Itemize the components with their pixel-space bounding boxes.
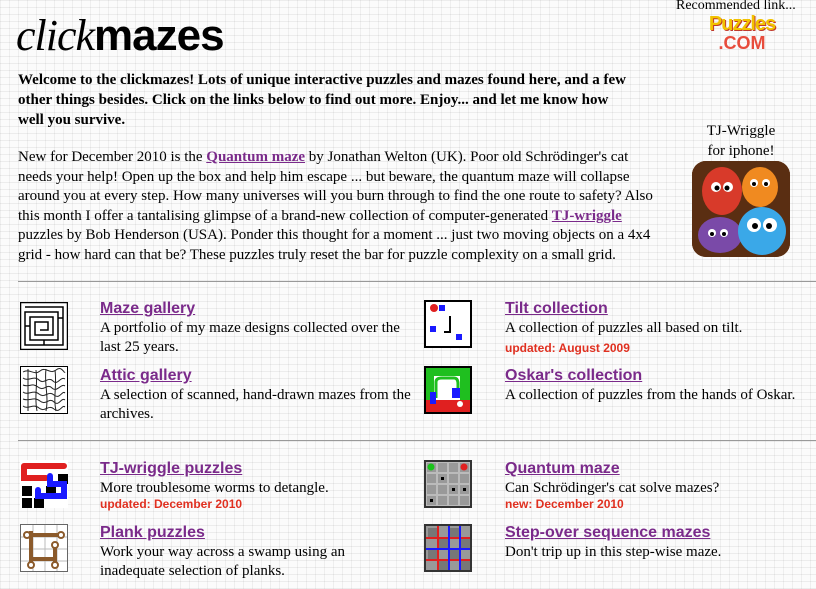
quantum-maze-desc: Can Schrödinger's cat solve mazes?	[505, 480, 720, 496]
puzzles-logo-com: .COM	[718, 33, 766, 53]
maze-gallery-link[interactable]: Maze gallery	[100, 300, 195, 318]
tilt-collection-desc: A collection of puzzles all based on til…	[505, 320, 743, 336]
divider-1	[18, 281, 816, 282]
attic-gallery-desc: A selection of scanned, hand-drawn mazes…	[100, 387, 411, 422]
news-paragraph: New for December 2010 is the Quantum maz…	[18, 148, 662, 265]
news-text-3: puzzles by Bob Henderson (USA). Ponder t…	[18, 227, 651, 263]
quantum-maze-update: new: December 2010	[505, 497, 624, 511]
attic-gallery-thumb[interactable]	[20, 366, 68, 414]
tilt-collection-thumb[interactable]	[424, 300, 472, 348]
news-text-1: New for December 2010 is the	[18, 149, 207, 165]
tj-wriggle-app-icon[interactable]	[692, 161, 790, 257]
oskars-collection-desc: A collection of puzzles from the hands o…	[505, 387, 796, 403]
logo-click: click	[16, 11, 95, 60]
puzzles-com-logo[interactable]: Puzzles .COM	[700, 14, 784, 52]
tj-wriggle-link[interactable]: TJ-wriggle	[552, 208, 622, 224]
quantum-maze-thumb[interactable]	[424, 460, 472, 508]
tj-wriggle-thumb[interactable]	[20, 460, 68, 508]
quantum-maze-link[interactable]: Quantum maze	[206, 149, 305, 165]
plank-puzzles-desc: Work your way across a swamp using an in…	[100, 544, 345, 579]
maze-gallery-thumb[interactable]	[20, 302, 68, 350]
puzzles-logo-word: Puzzles	[708, 13, 776, 35]
step-over-link[interactable]: Step-over sequence mazes	[505, 524, 710, 542]
step-over-desc: Don't trip up in this step-wise maze.	[505, 544, 722, 560]
maze-gallery-desc: A portfolio of my maze designs collected…	[100, 320, 400, 355]
iphone-promo-line2: for iphone!	[707, 143, 775, 159]
recommended-label: Recommended link...	[676, 0, 796, 13]
tilt-collection-update: updated: August 2009	[505, 341, 630, 355]
attic-gallery-link[interactable]: Attic gallery	[100, 367, 192, 385]
tj-wriggle-puzzles-desc: More troublesome worms to detangle.	[100, 480, 329, 496]
site-logo: clickmazes	[16, 11, 225, 60]
iphone-promo: TJ-Wriggle for iphone!	[696, 121, 786, 161]
plank-puzzles-link[interactable]: Plank puzzles	[100, 524, 205, 542]
tj-wriggle-puzzles-update: updated: December 2010	[100, 497, 243, 511]
logo-mazes: mazes	[94, 11, 225, 60]
intro-text: Welcome to the clickmazes! Lots of uniqu…	[18, 72, 626, 128]
step-over-thumb[interactable]	[424, 524, 472, 572]
tj-wriggle-puzzles-link[interactable]: TJ-wriggle puzzles	[100, 460, 242, 478]
divider-2	[18, 440, 816, 441]
quantum-maze-title-link[interactable]: Quantum maze	[505, 460, 620, 478]
iphone-promo-line1: TJ-Wriggle	[706, 123, 776, 139]
tilt-collection-link[interactable]: Tilt collection	[505, 300, 608, 318]
oskars-collection-thumb[interactable]	[424, 366, 472, 414]
oskars-collection-link[interactable]: Oskar's collection	[505, 367, 642, 385]
plank-puzzles-thumb[interactable]	[20, 524, 68, 572]
